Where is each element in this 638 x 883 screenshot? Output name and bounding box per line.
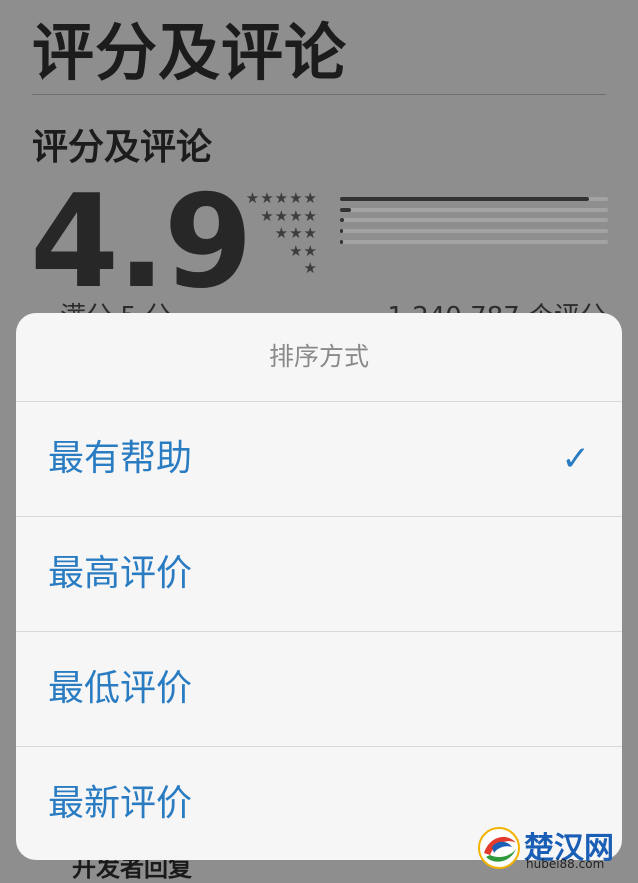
sort-option-highest[interactable]: 最高评价 <box>16 517 622 632</box>
rating-bar-5 <box>340 196 608 201</box>
star-labels: ★★★★★ ★★★★ ★★★ ★★ ★ <box>226 189 318 278</box>
option-label: 最有帮助 <box>48 438 193 479</box>
rating-bar-2 <box>340 229 608 234</box>
rating-bar-fill <box>340 229 343 234</box>
sort-action-sheet: 排序方式 最有帮助 ✓ 最高评价 最低评价 最新评价 <box>16 313 622 860</box>
page-title: 评分及评论 <box>32 16 348 89</box>
star-row-2: ★★ <box>289 241 318 260</box>
sort-option-lowest[interactable]: 最低评价 <box>16 632 622 747</box>
star-row-1: ★ <box>303 259 318 278</box>
rating-bar-fill <box>340 196 590 201</box>
divider <box>32 94 606 95</box>
rating-bar-fill <box>340 207 351 212</box>
option-label: 最低评价 <box>48 668 193 709</box>
watermark-url: hubei88.com <box>526 857 605 871</box>
rating-bar-3 <box>340 218 608 223</box>
rating-bar-fill <box>340 218 345 223</box>
star-row-5: ★★★★★ <box>245 189 318 207</box>
site-watermark: 楚汉网 hubei88.com <box>476 823 636 873</box>
globe-logo-icon <box>478 827 520 869</box>
section-title: 评分及评论 <box>32 127 213 168</box>
sort-option-most-helpful[interactable]: 最有帮助 ✓ <box>16 402 622 517</box>
star-row-4: ★★★★ <box>260 206 318 225</box>
star-row-3: ★★★ <box>274 224 318 243</box>
checkmark-icon: ✓ <box>561 439 591 479</box>
option-label: 最新评价 <box>48 783 193 824</box>
rating-bar-fill <box>340 239 344 244</box>
rating-bar-1 <box>340 239 608 244</box>
average-score: 4.9 <box>30 168 253 317</box>
rating-distribution <box>340 190 608 251</box>
option-label: 最高评价 <box>48 553 193 594</box>
sheet-title: 排序方式 <box>16 313 622 402</box>
rating-bar-4 <box>340 207 608 212</box>
